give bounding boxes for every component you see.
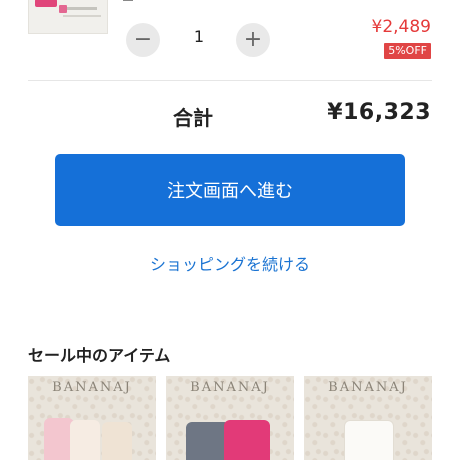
garment-image (102, 422, 132, 460)
discount-badge: 5%OFF (384, 43, 431, 59)
garment-image (70, 420, 100, 460)
brand-logo: BANANAJ (52, 380, 132, 395)
sale-item-card[interactable]: BANANAJ (166, 376, 294, 460)
total-label: 合計 (173, 106, 213, 130)
quantity-value: 1 (193, 27, 205, 46)
quantity-increase-button[interactable]: + (236, 23, 270, 57)
brand-logo: BANANAJ (328, 380, 408, 395)
thumbnail-garment (35, 0, 57, 7)
divider (28, 80, 432, 81)
cart-item-thumbnail[interactable] (28, 0, 108, 34)
sale-section-heading: セール中のアイテム (28, 346, 171, 365)
continue-shopping-link[interactable]: ショッピングを続ける (0, 251, 460, 275)
thumbnail-text-line (67, 7, 97, 10)
quantity-decrease-button[interactable]: − (126, 23, 160, 57)
total-value: ¥16,323 (327, 100, 431, 125)
sale-item-card[interactable]: BANANAJ (304, 376, 432, 460)
thumbnail-garment-accent (59, 5, 67, 13)
sale-item-card[interactable]: BANANAJ (28, 376, 156, 460)
minus-icon: − (133, 27, 153, 52)
brand-logo: BANANAJ (190, 380, 270, 395)
plus-icon: + (243, 27, 263, 52)
item-price: ¥2,489 (371, 17, 431, 37)
garment-image (224, 420, 270, 460)
garment-image (344, 420, 394, 460)
thumbnail-text-line (63, 15, 101, 17)
checkout-button[interactable]: 注文画面へ進む (55, 154, 405, 226)
cut-off-text-fragment (123, 0, 133, 1)
